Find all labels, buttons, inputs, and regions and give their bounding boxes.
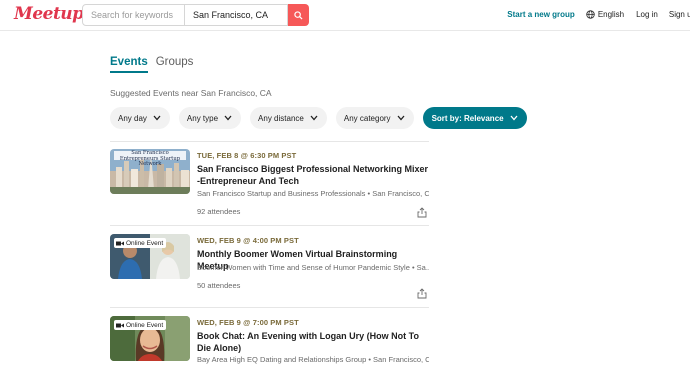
search-button[interactable]: [288, 4, 309, 26]
day-filter[interactable]: Any day: [110, 107, 170, 129]
share-button[interactable]: [417, 205, 427, 223]
login-link[interactable]: Log in: [636, 10, 658, 19]
event-attendees: 50 attendees: [197, 281, 241, 290]
event-card[interactable]: San Francisco Entrepreneurs Startup Netw…: [110, 149, 429, 224]
event-group: Bay Area High EQ Dating and Relationship…: [197, 355, 429, 364]
event-thumbnail: San Francisco Entrepreneurs Startup Netw…: [110, 149, 190, 194]
event-card[interactable]: Online Event WED, FEB 9 @ 4:00 PM PST Mo…: [110, 234, 429, 304]
globe-icon: [586, 10, 595, 19]
online-event-badge: Online Event: [114, 238, 167, 248]
signup-link[interactable]: Sign up: [669, 10, 690, 19]
event-card[interactable]: Online Event WED, FEB 9 @ 7:00 PM PST Bo…: [110, 316, 429, 371]
event-thumbnail: Online Event: [110, 316, 190, 361]
event-title[interactable]: San Francisco Biggest Professional Netwo…: [197, 163, 429, 187]
event-attendees: 92 attendees: [197, 207, 241, 216]
language-selector[interactable]: English: [586, 10, 624, 19]
divider: [110, 225, 429, 226]
chevron-down-icon: [397, 115, 405, 121]
distance-filter[interactable]: Any distance: [250, 107, 327, 129]
divider: [110, 141, 429, 142]
online-event-label: Online Event: [126, 321, 164, 329]
video-camera-icon: [116, 241, 124, 245]
event-thumbnail: Online Event: [110, 234, 190, 279]
share-icon: [417, 288, 427, 299]
location-input[interactable]: [185, 4, 288, 26]
chevron-down-icon: [153, 115, 161, 121]
type-filter-label: Any type: [186, 113, 219, 123]
tab-events[interactable]: Events: [110, 56, 148, 73]
online-event-badge: Online Event: [114, 320, 167, 330]
share-button[interactable]: [417, 286, 427, 304]
chevron-down-icon: [310, 115, 318, 121]
share-icon: [417, 207, 427, 218]
start-group-link[interactable]: Start a new group: [507, 10, 575, 19]
category-filter[interactable]: Any category: [335, 107, 414, 129]
video-camera-icon: [116, 323, 124, 327]
header-actions: Start a new group English Log in Sign up: [507, 10, 690, 19]
category-filter-label: Any category: [343, 113, 391, 123]
meetup-logo[interactable]: Meetup: [14, 4, 84, 24]
event-date: TUE, FEB 8 @ 6:30 PM PST: [197, 151, 297, 160]
sort-filter[interactable]: Sort by: Relevance: [422, 107, 527, 129]
tab-groups[interactable]: Groups: [156, 56, 194, 73]
chevron-down-icon: [510, 115, 518, 121]
type-filter[interactable]: Any type: [178, 107, 242, 129]
event-date: WED, FEB 9 @ 7:00 PM PST: [197, 318, 299, 327]
filter-bar: Any day Any type Any distance Any catego…: [110, 107, 536, 129]
search-bar: [82, 4, 309, 26]
language-label: English: [597, 10, 625, 19]
top-nav-bar: Meetup Start a new group English Log in …: [0, 0, 690, 31]
chevron-down-icon: [224, 115, 232, 121]
thumbnail-caption: San Francisco Entrepreneurs Startup Netw…: [119, 150, 181, 167]
search-icon: [294, 10, 303, 20]
day-filter-label: Any day: [118, 113, 147, 123]
distance-filter-label: Any distance: [258, 113, 304, 123]
keyword-search-input[interactable]: [82, 4, 185, 26]
results-subtitle: Suggested Events near San Francisco, CA: [110, 88, 272, 98]
search-tabs: Events Groups: [110, 56, 201, 73]
event-title[interactable]: Book Chat: An Evening with Logan Ury (Ho…: [197, 330, 429, 354]
event-group: Boomer Women with Time and Sense of Humo…: [197, 263, 429, 272]
sort-filter-label: Sort by: Relevance: [431, 113, 504, 123]
event-date: WED, FEB 9 @ 4:00 PM PST: [197, 236, 299, 245]
online-event-label: Online Event: [126, 239, 164, 247]
event-group: San Francisco Startup and Business Profe…: [197, 189, 429, 198]
divider: [110, 307, 429, 308]
